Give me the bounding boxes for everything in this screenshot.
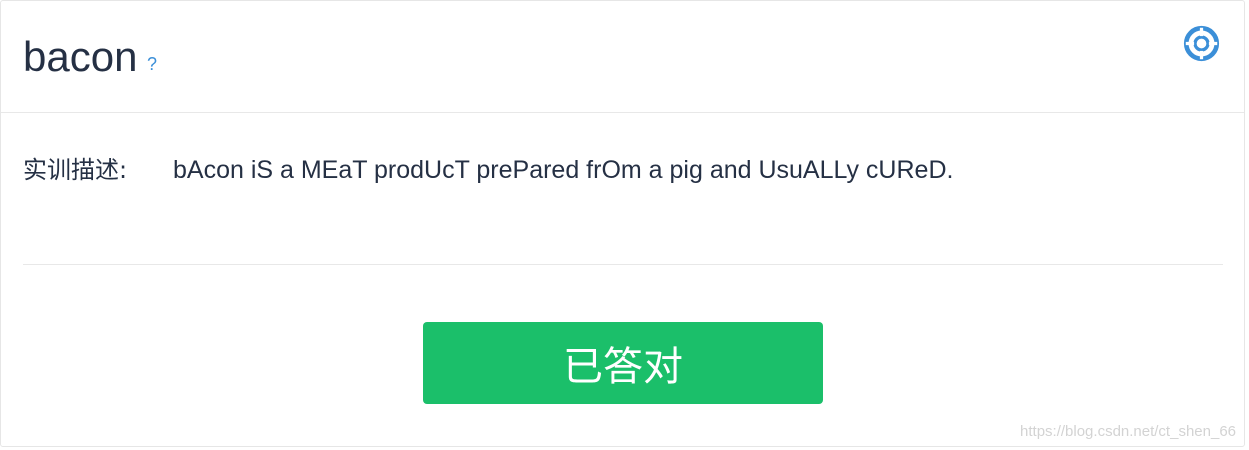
card-header: bacon ? [1,1,1244,113]
description-label: 实训描述: [23,156,128,184]
help-link[interactable]: ? [147,54,157,75]
exercise-card: bacon ? 实训描述: bAcon iS a MEaT prodUcT pre… [0,0,1245,447]
watermark: https://blog.csdn.net/ct_shen_66 [1020,423,1236,440]
description-row: 实训描述: bAcon iS a MEaT prodUcT prePared fr… [23,151,1223,189]
lifebuoy-icon[interactable] [1183,25,1220,62]
description-text: bAcon iS a MEaT prodUcT prePared frOm a … [173,156,954,184]
answered-correct-button[interactable]: 已答对 [423,322,823,404]
divider [23,264,1223,265]
page-title: bacon [23,33,138,80]
